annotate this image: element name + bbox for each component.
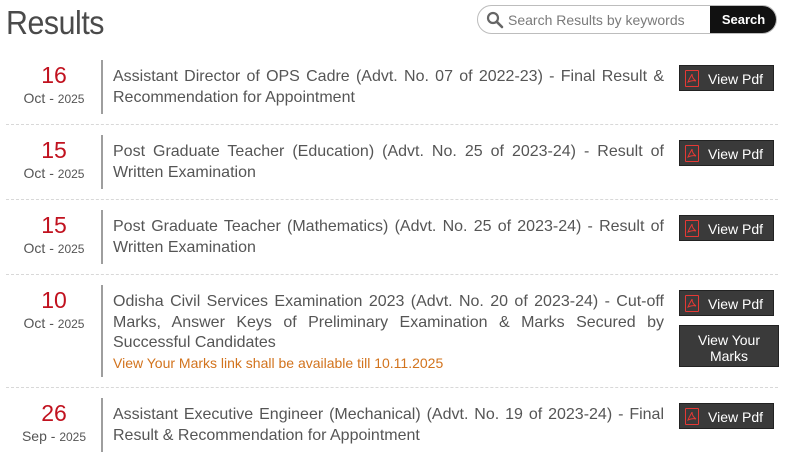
search-box: Search [477,5,777,34]
date-month-year: Oct - 2025 [23,315,85,331]
view-pdf-button[interactable]: View Pdf [679,65,774,91]
date-year: 2025 [57,92,85,106]
date-month: Oct [23,315,46,331]
pdf-file-icon [685,295,699,312]
divider [101,210,103,264]
pdf-file-icon [685,408,699,425]
result-date: 15 Oct - 2025 [6,212,102,258]
date-month-year: Oct - 2025 [23,165,85,181]
view-pdf-button[interactable]: View Pdf [679,215,774,241]
divider [101,398,103,452]
date-month: Oct [23,90,46,106]
search-icon [486,11,504,29]
pdf-button-label: View Pdf [708,146,763,162]
pdf-button-label: View Pdf [708,221,763,237]
result-row: 15 Oct - 2025 Post Graduate Teacher (Mat… [6,200,778,275]
results-list: 16 Oct - 2025 Assistant Director of OPS … [6,50,779,460]
date-day: 15 [41,212,67,238]
pdf-button-label: View Pdf [708,296,763,312]
pdf-file-icon [685,70,699,87]
date-month: Oct [23,240,46,256]
divider [101,60,103,114]
result-row: 15 Oct - 2025 Post Graduate Teacher (Edu… [6,125,778,200]
page-title: Results [6,4,105,41]
view-your-marks-button[interactable]: View Your Marks [679,325,779,367]
result-title[interactable]: Post Graduate Teacher (Education) (Advt.… [113,142,664,183]
search-input[interactable] [508,6,713,33]
pdf-file-icon [685,145,699,162]
date-day: 16 [41,62,67,88]
date-year: 2025 [59,430,87,444]
result-title-link[interactable]: Odisha Civil Services Examination 2023 (… [113,292,664,354]
date-year: 2025 [57,167,85,181]
date-month-year: Oct - 2025 [23,90,85,106]
date-month-year: Oct - 2025 [23,240,85,256]
result-row: 10 Oct - 2025 Odisha Civil Services Exam… [6,275,779,388]
result-date: 16 Oct - 2025 [6,62,102,108]
view-pdf-button[interactable]: View Pdf [679,140,774,166]
date-month: Sep [21,428,47,444]
date-year: 2025 [57,242,85,256]
result-date: 15 Oct - 2025 [6,137,102,183]
date-month-year: Sep - 2025 [21,428,87,444]
result-title[interactable]: Assistant Executive Engineer (Mechanical… [113,405,664,446]
pdf-button-label: View Pdf [708,409,763,425]
result-date: 10 Oct - 2025 [6,287,102,333]
date-day: 26 [41,400,67,426]
date-month: Oct [23,165,46,181]
date-day: 15 [41,137,67,163]
date-day: 10 [41,287,67,313]
date-year: 2025 [57,317,85,331]
result-date: 26 Sep - 2025 [6,400,102,446]
result-row: 26 Sep - 2025 Assistant Executive Engine… [6,388,778,460]
pdf-file-icon [685,220,699,237]
divider [101,285,103,377]
view-pdf-button[interactable]: View Pdf [679,290,774,316]
result-row: 16 Oct - 2025 Assistant Director of OPS … [6,50,778,125]
divider [101,135,103,189]
marks-availability-note: View Your Marks link shall be available … [113,354,444,371]
search-button[interactable]: Search [710,6,776,33]
result-title: Odisha Civil Services Examination 2023 (… [113,292,664,372]
result-title[interactable]: Assistant Director of OPS Cadre (Advt. N… [113,67,664,108]
view-pdf-button[interactable]: View Pdf [679,403,774,429]
pdf-button-label: View Pdf [708,71,763,87]
result-title[interactable]: Post Graduate Teacher (Mathematics) (Adv… [113,217,664,258]
